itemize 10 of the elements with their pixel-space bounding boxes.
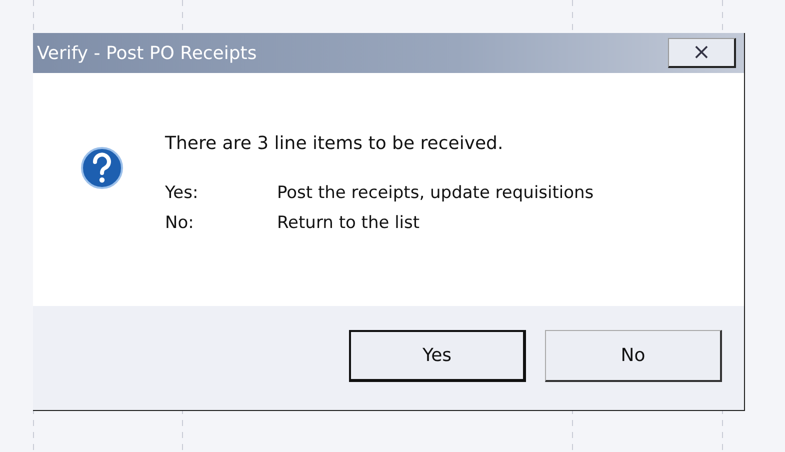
no-button[interactable]: No (545, 330, 722, 382)
question-icon (81, 145, 123, 191)
option-description: Post the receipts, update requisitions (277, 182, 594, 205)
option-description: Return to the list (277, 212, 420, 234)
close-button[interactable]: × (668, 38, 736, 68)
option-label: No: (165, 212, 195, 234)
window-title: Verify - Post PO Receipts (37, 42, 257, 66)
option-label: Yes: (165, 182, 200, 205)
message-text: There are 3 line items to be received. (165, 132, 504, 156)
yes-button[interactable]: Yes (349, 330, 526, 382)
